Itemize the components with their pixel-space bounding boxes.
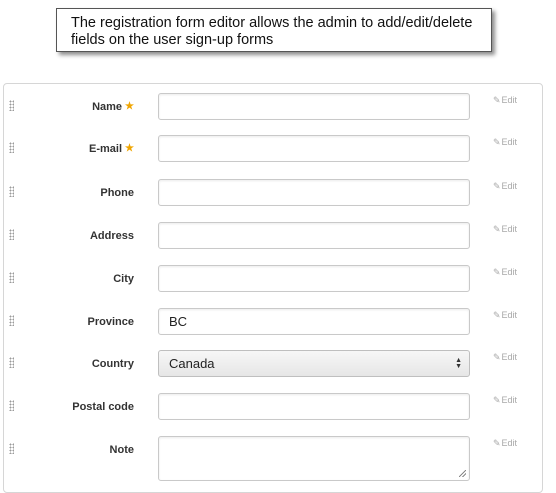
pencil-icon: ✎	[493, 395, 501, 405]
field-label-name: Name ★	[92, 101, 134, 113]
phone-input[interactable]	[158, 179, 470, 206]
edit-link-city[interactable]: ✎Edit	[493, 267, 517, 278]
edit-link-country[interactable]: ✎Edit	[493, 352, 517, 363]
field-label-city: City	[113, 273, 134, 285]
pencil-icon: ✎	[493, 267, 501, 277]
country-select[interactable]: Canada ▲ ▼	[158, 350, 470, 377]
required-star-icon: ★	[125, 143, 134, 154]
form-row-address: Address ✎Edit	[4, 222, 544, 264]
drag-handle-icon[interactable]	[9, 315, 14, 326]
edit-link-phone[interactable]: ✎Edit	[493, 181, 517, 192]
form-row-email: E-mail ★ ✎Edit	[4, 135, 544, 177]
pencil-icon: ✎	[493, 352, 501, 362]
form-row-name: Name ★ ✎Edit	[4, 93, 544, 135]
registration-form-editor: Name ★ ✎Edit E-mail ★ ✎Edit Phone ✎Edit Ad…	[3, 83, 543, 493]
edit-link-province[interactable]: ✎Edit	[493, 310, 517, 321]
drag-handle-icon[interactable]	[9, 357, 14, 368]
pencil-icon: ✎	[493, 181, 501, 191]
drag-handle-icon[interactable]	[9, 229, 14, 240]
info-callout: The registration form editor allows the …	[56, 8, 492, 52]
select-arrows-icon: ▲ ▼	[455, 357, 462, 370]
pencil-icon: ✎	[493, 95, 501, 105]
note-textarea[interactable]	[158, 436, 470, 481]
form-row-note: Note ✎Edit	[4, 436, 544, 486]
form-row-postal-code: Postal code ✎Edit	[4, 393, 544, 435]
edit-link-name[interactable]: ✎Edit	[493, 95, 517, 106]
form-row-province: Province BC ✎Edit	[4, 308, 544, 350]
postal-code-input[interactable]	[158, 393, 470, 420]
field-label-note: Note	[109, 444, 134, 456]
country-select-value: Canada	[169, 356, 215, 371]
form-row-country: Country Canada ▲ ▼ ✎Edit	[4, 350, 544, 392]
address-input[interactable]	[158, 222, 470, 249]
resize-handle-icon[interactable]	[459, 470, 466, 477]
edit-link-postal-code[interactable]: ✎Edit	[493, 395, 517, 406]
email-input[interactable]	[158, 135, 470, 162]
callout-text: The registration form editor allows the …	[71, 15, 473, 48]
drag-handle-icon[interactable]	[9, 186, 14, 197]
pencil-icon: ✎	[493, 137, 501, 147]
pencil-icon: ✎	[493, 438, 501, 448]
form-row-phone: Phone ✎Edit	[4, 179, 544, 221]
edit-link-note[interactable]: ✎Edit	[493, 438, 517, 449]
field-label-postal-code: Postal code	[72, 401, 134, 413]
pencil-icon: ✎	[493, 224, 501, 234]
province-input[interactable]: BC	[158, 308, 470, 335]
name-input[interactable]	[158, 93, 470, 120]
form-row-city: City ✎Edit	[4, 265, 544, 307]
drag-handle-icon[interactable]	[9, 443, 14, 454]
field-label-phone: Phone	[100, 187, 134, 199]
pencil-icon: ✎	[493, 310, 501, 320]
required-star-icon: ★	[125, 101, 134, 112]
field-label-address: Address	[89, 230, 134, 242]
drag-handle-icon[interactable]	[9, 142, 14, 153]
edit-link-email[interactable]: ✎Edit	[493, 137, 517, 148]
drag-handle-icon[interactable]	[9, 100, 14, 111]
field-label-province: Province	[87, 316, 134, 328]
field-label-email: E-mail ★	[89, 143, 134, 155]
field-label-country: Country	[91, 358, 134, 370]
drag-handle-icon[interactable]	[9, 272, 14, 283]
drag-handle-icon[interactable]	[9, 400, 14, 411]
edit-link-address[interactable]: ✎Edit	[493, 224, 517, 235]
city-input[interactable]	[158, 265, 470, 292]
